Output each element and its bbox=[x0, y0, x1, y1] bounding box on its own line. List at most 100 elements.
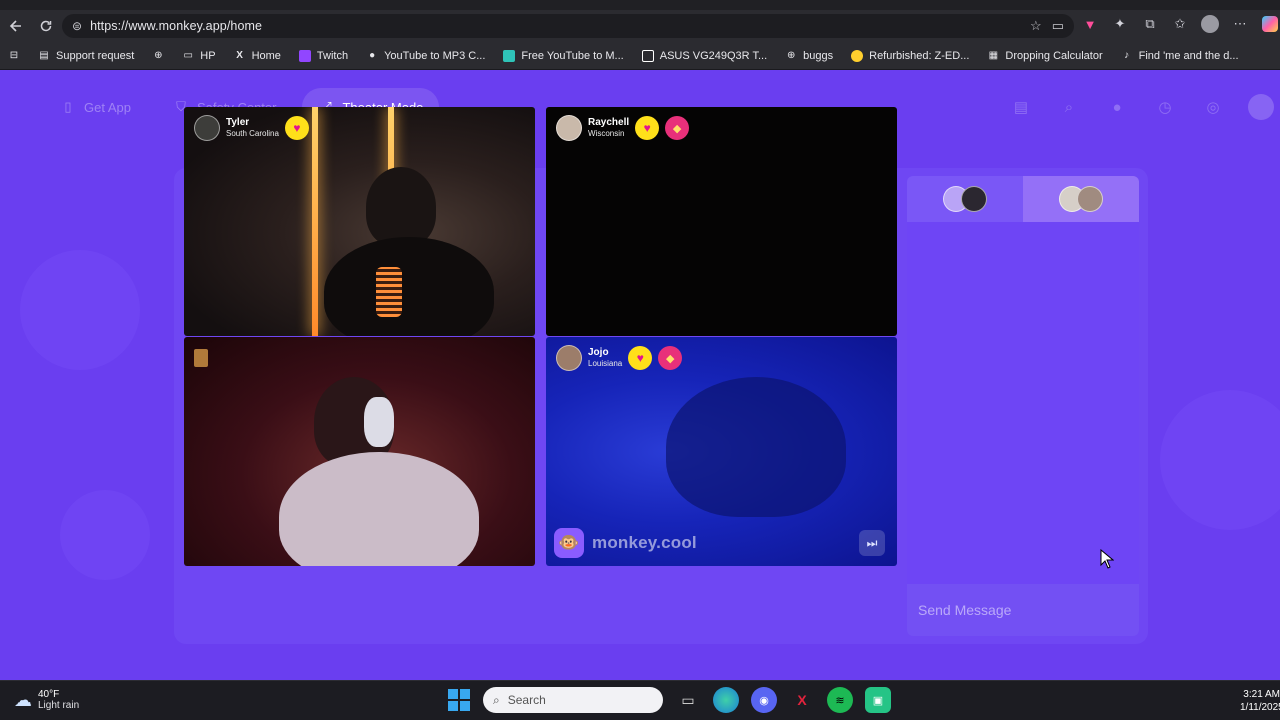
chat-tab-group-2[interactable] bbox=[1023, 176, 1139, 222]
star-icon[interactable]: ☆ bbox=[1030, 18, 1042, 34]
header-actions: ▤ ⌕ ● ◷ ◎ bbox=[1008, 94, 1274, 120]
edge-icon[interactable] bbox=[713, 687, 739, 713]
monkey-mask-icon[interactable]: ◆ bbox=[658, 346, 683, 370]
calculator-icon: ▦ bbox=[988, 50, 999, 61]
clock-time: 3:21 AM bbox=[1243, 689, 1280, 700]
microphone bbox=[376, 267, 402, 317]
bookmarks-bar: ⊟ ▤ Support request ⊕ ▭ HP X Home Twitch ● Y… bbox=[0, 42, 1280, 70]
user-location: Wisconsin bbox=[588, 129, 625, 138]
search-icon[interactable]: ⌕ bbox=[1056, 94, 1082, 120]
avatar-pair bbox=[1059, 186, 1103, 212]
history-icon[interactable]: ◷ bbox=[1152, 94, 1178, 120]
bg-decoration bbox=[60, 490, 150, 580]
extensions-icon[interactable]: ✦ bbox=[1110, 14, 1130, 34]
spotify-icon[interactable]: ≋ bbox=[827, 687, 853, 713]
shop-icon[interactable]: ▤ bbox=[1008, 94, 1034, 120]
heart-icon[interactable]: ♥ bbox=[628, 346, 653, 370]
bookmark-label: ASUS VG249Q3R T... bbox=[659, 49, 768, 62]
bookmark-label: Home bbox=[251, 49, 281, 62]
bookmark-item[interactable]: X Home bbox=[234, 50, 281, 62]
profile-avatar-icon[interactable] bbox=[1200, 14, 1220, 34]
back-button[interactable] bbox=[2, 12, 30, 40]
copilot-icon[interactable] bbox=[1260, 14, 1280, 34]
globe-icon: ⊕ bbox=[154, 50, 163, 61]
user-name: Raychell bbox=[588, 117, 630, 128]
bookmark-item[interactable]: ⊕ buggs bbox=[785, 50, 833, 62]
clock-date: 1/11/2025 bbox=[1240, 702, 1280, 713]
brand-watermark: 🐵 monkey.cool bbox=[554, 528, 697, 558]
skip-button[interactable]: ⏭ bbox=[859, 530, 885, 556]
user-tag: Jojo Louisiana ♥ ◆ bbox=[556, 345, 683, 371]
send-message-input[interactable]: Send Message bbox=[907, 584, 1139, 636]
split-screen-icon[interactable]: ⧉ bbox=[1140, 14, 1160, 34]
video-tile-tyler: Tyler South Carolina ♥ bbox=[184, 107, 535, 336]
browser-toolbar: ⊜ https://www.monkey.app/home ☆ ▭ ▼ ✦ ⧉ … bbox=[0, 10, 1280, 42]
avatar bbox=[1077, 186, 1103, 212]
bookmark-label: Dropping Calculator bbox=[1005, 49, 1103, 62]
discord-icon[interactable]: ◉ bbox=[751, 687, 777, 713]
ublock-extension-icon[interactable]: ▼ bbox=[1080, 14, 1100, 34]
heart-icon[interactable]: ♥ bbox=[635, 116, 660, 140]
avatar[interactable] bbox=[194, 115, 220, 141]
brand-text: monkey.cool bbox=[592, 533, 697, 552]
tiktok-icon: ♪ bbox=[1124, 50, 1130, 61]
taskbar-search[interactable]: ⌕ Search bbox=[483, 687, 663, 713]
mouse-cursor-icon bbox=[1100, 549, 1114, 569]
bookmark-item[interactable]: ● YouTube to MP3 C... bbox=[366, 50, 485, 62]
bookmark-item[interactable]: Free YouTube to M... bbox=[503, 49, 624, 62]
get-app-button[interactable]: ▯ Get App bbox=[44, 88, 147, 126]
level-icon bbox=[194, 349, 208, 367]
rain-cloud-icon: ☁ bbox=[14, 689, 32, 710]
heart-icon[interactable]: ♥ bbox=[284, 116, 309, 140]
send-message-placeholder: Send Message bbox=[918, 602, 1012, 618]
person-body bbox=[279, 452, 479, 566]
x-logo-icon: X bbox=[236, 50, 243, 61]
video-icon[interactable]: ▭ bbox=[1052, 18, 1064, 34]
monkey-mask-icon[interactable]: ◆ bbox=[665, 116, 690, 140]
address-bar[interactable]: ⊜ https://www.monkey.app/home ☆ ▭ bbox=[62, 14, 1074, 38]
windows-logo-icon bbox=[448, 689, 458, 699]
bookmark-item[interactable]: Refurbished: Z-ED... bbox=[851, 49, 969, 62]
bg-decoration bbox=[1160, 390, 1280, 530]
person-head bbox=[366, 167, 436, 247]
android-app-icon[interactable]: ▣ bbox=[865, 687, 891, 713]
chat-tabs bbox=[907, 176, 1139, 222]
game-app-icon[interactable]: X bbox=[789, 687, 815, 713]
site-info-icon[interactable]: ⊜ bbox=[72, 19, 82, 33]
favorites-icon[interactable]: ✩ bbox=[1170, 14, 1190, 34]
more-menu-icon[interactable]: ⋯ bbox=[1230, 14, 1250, 34]
chat-icon[interactable]: ◎ bbox=[1200, 94, 1226, 120]
avatar-icon[interactable]: ● bbox=[1104, 94, 1130, 120]
weather-widget[interactable]: ☁ 40°F Light rain bbox=[14, 689, 79, 711]
bookmark-item[interactable]: ♪ Find 'me and the d... bbox=[1121, 50, 1238, 62]
refresh-button[interactable] bbox=[32, 12, 60, 40]
system-clock[interactable]: 3:21 AM 1/11/2025 bbox=[1240, 688, 1280, 714]
bookmark-item[interactable]: ▦ Dropping Calculator bbox=[987, 49, 1103, 62]
start-button[interactable] bbox=[447, 688, 471, 712]
user-location: South Carolina bbox=[226, 129, 279, 138]
bookmark-item[interactable]: ▤ Support request bbox=[38, 50, 134, 62]
get-app-label: Get App bbox=[84, 99, 131, 115]
profile-icon[interactable] bbox=[1248, 94, 1274, 120]
file-explorer-icon[interactable]: ▭ bbox=[675, 687, 701, 713]
bookmark-item[interactable]: ⊕ bbox=[152, 50, 164, 62]
folder-icon: ▭ bbox=[183, 50, 193, 61]
arrow-left-icon bbox=[9, 20, 21, 32]
tab-actions-icon: ⊟ bbox=[9, 50, 19, 61]
avatar[interactable] bbox=[556, 115, 582, 141]
taskbar-search-placeholder: Search bbox=[507, 693, 546, 707]
shadow-shape bbox=[666, 377, 846, 517]
support-icon: ▤ bbox=[39, 50, 49, 61]
windows-taskbar: ☁ 40°F Light rain ⌕ Search ▭ ◉ X ≋ ▣ 3:2… bbox=[0, 680, 1280, 720]
chat-tab-group-1[interactable] bbox=[907, 176, 1023, 222]
bookmark-item[interactable]: ASUS VG249Q3R T... bbox=[641, 49, 768, 62]
bookmark-label: Twitch bbox=[316, 49, 349, 62]
globe-icon: ⊕ bbox=[786, 50, 796, 61]
bookmark-item[interactable]: ▭ HP bbox=[182, 50, 216, 62]
converter-icon: ● bbox=[369, 50, 376, 61]
bookmark-label: buggs bbox=[803, 49, 834, 62]
twitch-icon bbox=[298, 49, 311, 62]
avatar[interactable] bbox=[556, 345, 582, 371]
bookmark-toggle[interactable]: ⊟ bbox=[8, 50, 20, 62]
bookmark-item[interactable]: Twitch bbox=[298, 49, 349, 62]
